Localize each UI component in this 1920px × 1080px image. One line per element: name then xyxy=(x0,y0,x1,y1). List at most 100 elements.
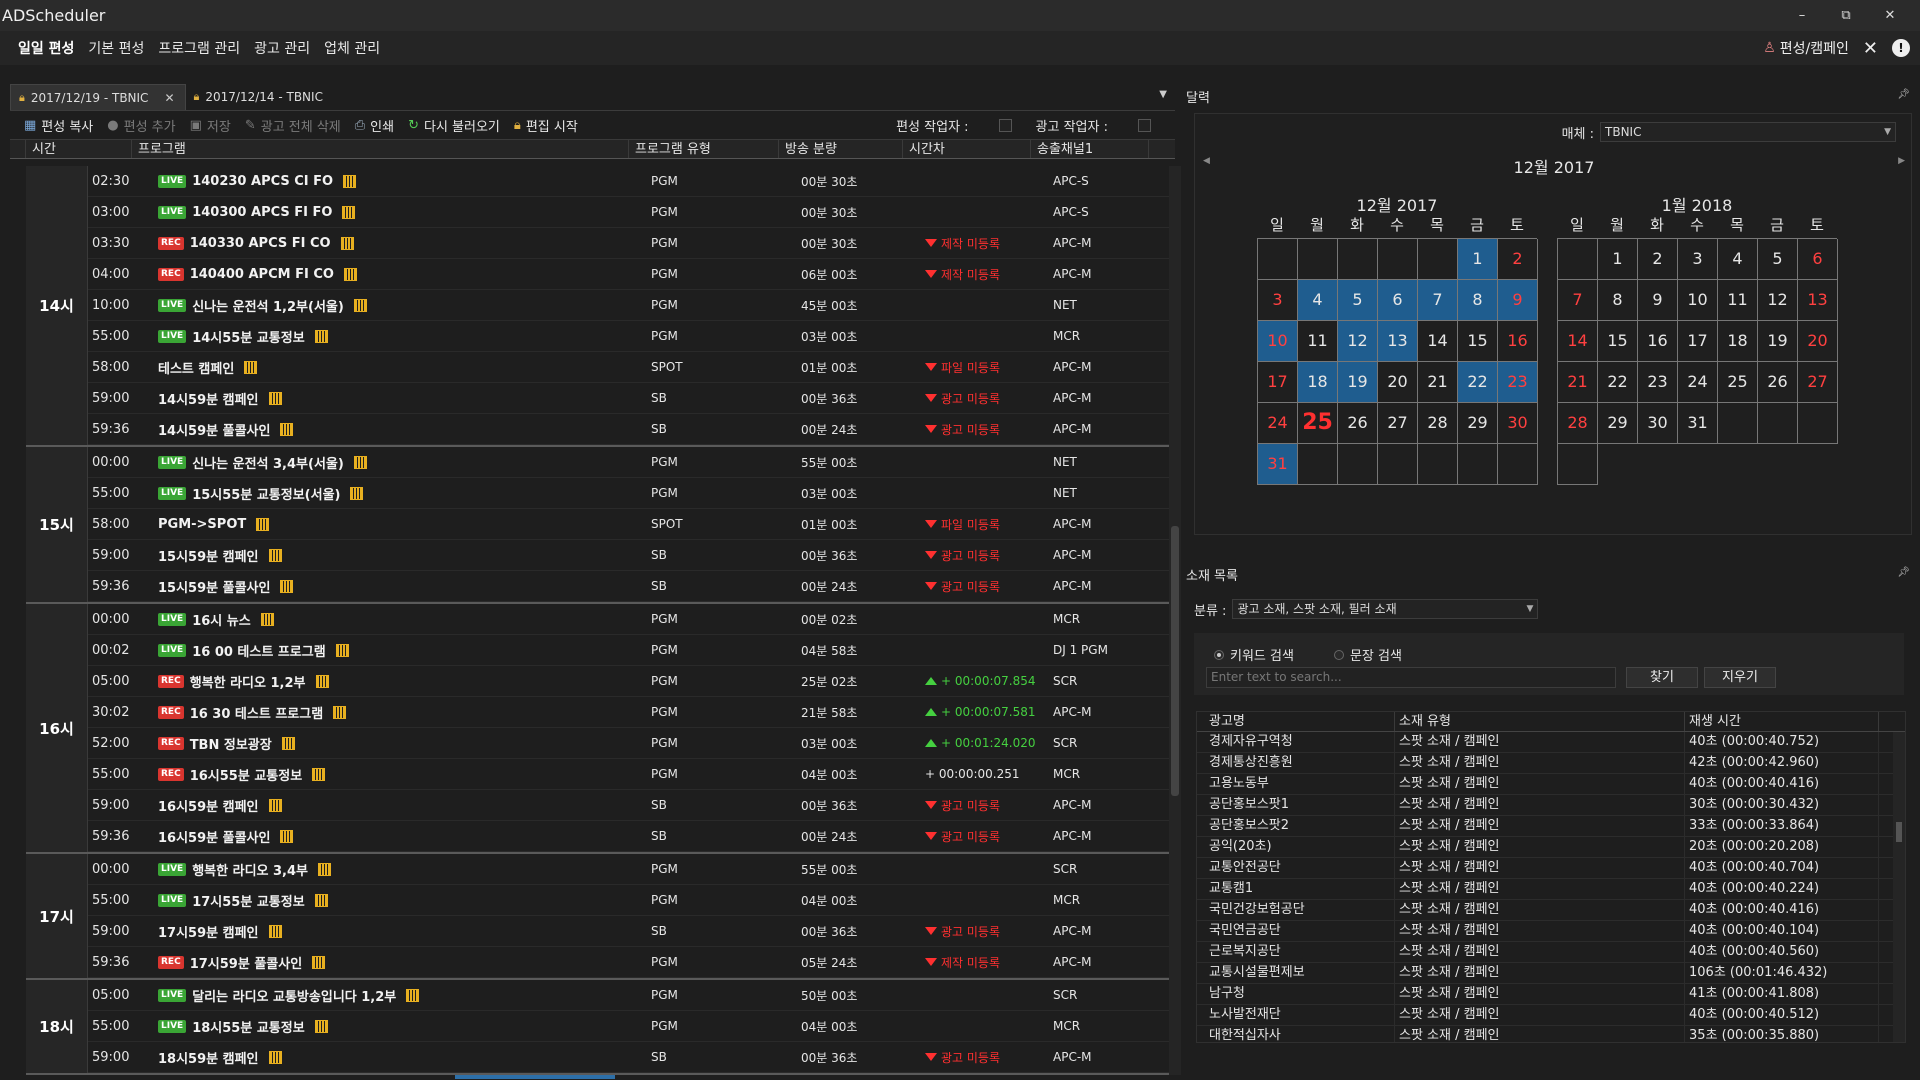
calendar-day[interactable]: 18 xyxy=(1718,321,1758,362)
menu-ad-management[interactable]: 광고 관리 xyxy=(254,38,310,58)
cue-sheet-icon[interactable] xyxy=(256,517,270,531)
calendar-day[interactable]: 20 xyxy=(1378,362,1418,403)
cue-sheet-icon[interactable] xyxy=(268,1050,282,1064)
calendar-day[interactable]: 20 xyxy=(1798,321,1838,362)
calendar-day[interactable]: 27 xyxy=(1798,362,1838,403)
calendar-day[interactable]: 14 xyxy=(1418,321,1458,362)
calendar-day[interactable]: 4 xyxy=(1718,239,1758,280)
col-ad-name[interactable]: 광고명 xyxy=(1205,712,1395,731)
calendar-day[interactable]: 24 xyxy=(1678,362,1718,403)
calendar-day[interactable]: 25 xyxy=(1298,403,1338,444)
copy-schedule-button[interactable]: ▦ 편성 복사 xyxy=(24,116,93,135)
table-row[interactable]: 05:00 REC 행복한 라디오 1,2부 PGM 25분 02초 + 00:00:07… xyxy=(88,666,1169,697)
table-row[interactable]: 58:00 PGM->SPOT SPOT 01분 00초 파일 미등록 APC-M xyxy=(88,509,1169,540)
close-tab-icon[interactable]: ✕ xyxy=(164,91,174,105)
materials-scrollbar[interactable] xyxy=(1893,732,1905,1042)
calendar-day[interactable]: 8 xyxy=(1458,280,1498,321)
clear-button[interactable]: 지우기 xyxy=(1704,667,1776,688)
calendar-day[interactable]: 15 xyxy=(1598,321,1638,362)
menu-daily-schedule[interactable]: 일일 편성 xyxy=(18,38,74,58)
table-row[interactable]: 59:00 14시59분 캠페인 SB 00분 36초 광고 미등록 APC-M xyxy=(88,383,1169,414)
calendar-day[interactable]: 9 xyxy=(1638,280,1678,321)
table-row[interactable]: 교통캠1 스팟 소재 / 캠페인 40초 (00:00:40.224) xyxy=(1197,879,1905,900)
schedule-worker-checkbox[interactable] xyxy=(998,118,1012,132)
table-row[interactable]: 55:00 REC 16시55분 교통정보 PGM 04분 00초 + 00:00:00.… xyxy=(88,759,1169,790)
scrollbar-thumb[interactable] xyxy=(1171,526,1179,796)
table-row[interactable]: 10:00 LIVE 신나는 운전석 1,2부(서울) PGM 45분 00초 NET xyxy=(88,290,1169,321)
calendar-day[interactable]: 14 xyxy=(1558,321,1598,362)
table-row[interactable]: 00:00 LIVE 행복한 라디오 3,4부 PGM 55분 00초 SCR xyxy=(88,854,1169,885)
calendar-day[interactable]: 8 xyxy=(1598,280,1638,321)
calendar-day[interactable]: 23 xyxy=(1638,362,1678,403)
table-row[interactable]: 03:30 REC 140330 APCS FI CO PGM 00분 30초 제작 미등… xyxy=(88,228,1169,259)
cue-sheet-icon[interactable] xyxy=(260,612,274,626)
tab-2017-12-14[interactable]: 🔒︎ 2017/12/14 - TBNIC xyxy=(186,84,333,110)
cue-sheet-icon[interactable] xyxy=(343,267,357,281)
calendar-day[interactable]: 28 xyxy=(1558,403,1598,444)
calendar-day[interactable]: 12 xyxy=(1338,321,1378,362)
calendar-day[interactable]: 11 xyxy=(1718,280,1758,321)
table-row[interactable]: 공단홍보스팟2 스팟 소재 / 캠페인 33초 (00:00:33.864) xyxy=(1197,816,1905,837)
table-row[interactable]: 고용노동부 스팟 소재 / 캠페인 40초 (00:00:40.416) xyxy=(1197,774,1905,795)
col-material-type[interactable]: 소재 유형 xyxy=(1395,712,1685,731)
cue-sheet-icon[interactable] xyxy=(268,391,282,405)
keyword-search-radio[interactable]: 키워드 검색 xyxy=(1214,645,1294,664)
calendar-day[interactable]: 16 xyxy=(1638,321,1678,362)
calendar-day[interactable]: 11 xyxy=(1298,321,1338,362)
table-row[interactable]: 30:02 REC 16 30 테스트 프로그램 PGM 21분 58초 + 00:00:… xyxy=(88,697,1169,728)
start-edit-button[interactable]: 🔒︎ 편집 시작 xyxy=(514,116,578,135)
table-row[interactable]: 00:00 LIVE 신나는 운전석 3,4부(서울) PGM 55분 00초 NET xyxy=(88,447,1169,478)
scrollbar-thumb[interactable] xyxy=(1896,822,1902,842)
ad-worker-checkbox[interactable] xyxy=(1138,118,1151,132)
table-row[interactable]: 국민건강보험공단 스팟 소재 / 캠페인 40초 (00:00:40.416) xyxy=(1197,900,1905,921)
tab-dropdown-icon[interactable]: ▼ xyxy=(1159,89,1167,100)
cue-sheet-icon[interactable] xyxy=(333,705,347,719)
table-row[interactable]: 55:00 LIVE 15시55분 교통정보(서울) PGM 03분 00초 NET xyxy=(88,478,1169,509)
cue-sheet-icon[interactable] xyxy=(343,174,357,188)
table-row[interactable]: 59:00 16시59분 캠페인 SB 00분 36초 광고 미등록 APC-M xyxy=(88,790,1169,821)
cue-sheet-icon[interactable] xyxy=(353,298,367,312)
col-duration[interactable]: 방송 분량 xyxy=(779,140,903,158)
col-program[interactable]: 프로그램 xyxy=(132,140,629,158)
calendar-day[interactable]: 24 xyxy=(1258,403,1298,444)
calendar-day[interactable]: 3 xyxy=(1258,280,1298,321)
calendar-day[interactable]: 26 xyxy=(1338,403,1378,444)
calendar-day[interactable]: 10 xyxy=(1258,321,1298,362)
calendar-day[interactable]: 21 xyxy=(1418,362,1458,403)
category-select[interactable]: 광고 소재, 스팟 소재, 필러 소재 ▼ xyxy=(1232,599,1539,619)
cue-sheet-icon[interactable] xyxy=(244,360,258,374)
table-row[interactable]: 교통안전공단 스팟 소재 / 캠페인 40초 (00:00:40.704) xyxy=(1197,858,1905,879)
calendar-day[interactable]: 13 xyxy=(1378,321,1418,362)
table-row[interactable]: 근로복지공단 스팟 소재 / 캠페인 40초 (00:00:40.560) xyxy=(1197,942,1905,963)
minimize-button[interactable]: – xyxy=(1780,0,1824,31)
calendar-day[interactable]: 9 xyxy=(1498,280,1538,321)
calendar-day[interactable]: 7 xyxy=(1558,280,1598,321)
table-row[interactable]: 공익(20초) 스팟 소재 / 캠페인 20초 (00:00:20.208) xyxy=(1197,837,1905,858)
calendar-day[interactable]: 5 xyxy=(1338,280,1378,321)
table-row[interactable]: 03:00 LIVE 140300 APCS FI FO PGM 00분 30초 APC-… xyxy=(88,197,1169,228)
table-row[interactable]: 59:36 15시59분 풀콜사인 SB 00분 24초 광고 미등록 APC-M xyxy=(88,571,1169,602)
delete-all-ads-button[interactable]: ✎ 광고 전체 삭제 xyxy=(245,116,341,135)
add-schedule-button[interactable]: ● 편성 추가 xyxy=(107,116,175,135)
calendar-day[interactable]: 21 xyxy=(1558,362,1598,403)
cue-sheet-icon[interactable] xyxy=(314,893,328,907)
table-row[interactable]: 59:00 17시59분 캠페인 SB 00분 36초 광고 미등록 APC-M xyxy=(88,916,1169,947)
next-month-icon[interactable]: ▶ xyxy=(1898,156,1905,166)
calendar-day[interactable]: 12 xyxy=(1758,280,1798,321)
cue-sheet-icon[interactable] xyxy=(318,862,332,876)
cue-sheet-icon[interactable] xyxy=(350,486,364,500)
calendar-day[interactable]: 2 xyxy=(1638,239,1678,280)
cue-sheet-icon[interactable] xyxy=(315,674,329,688)
pin-icon[interactable]: 📌︎ xyxy=(1897,567,1910,578)
search-input[interactable]: Enter text to search... xyxy=(1206,667,1616,688)
save-button[interactable]: ▣ 저장 xyxy=(190,116,231,135)
table-row[interactable]: 55:00 LIVE 18시55분 교통정보 PGM 04분 00초 MCR xyxy=(88,1011,1169,1042)
calendar-day[interactable]: 19 xyxy=(1758,321,1798,362)
calendar-day[interactable]: 1 xyxy=(1598,239,1638,280)
col-time-diff[interactable]: 시간차 xyxy=(903,140,1031,158)
calendar-day[interactable]: 25 xyxy=(1718,362,1758,403)
col-program-type[interactable]: 프로그램 유형 xyxy=(629,140,779,158)
table-row[interactable]: 교통시설물편제보 스팟 소재 / 캠페인 106초 (00:01:46.432) xyxy=(1197,963,1905,984)
tools-icon[interactable]: ✕ xyxy=(1863,38,1878,59)
cue-sheet-icon[interactable] xyxy=(406,988,420,1002)
